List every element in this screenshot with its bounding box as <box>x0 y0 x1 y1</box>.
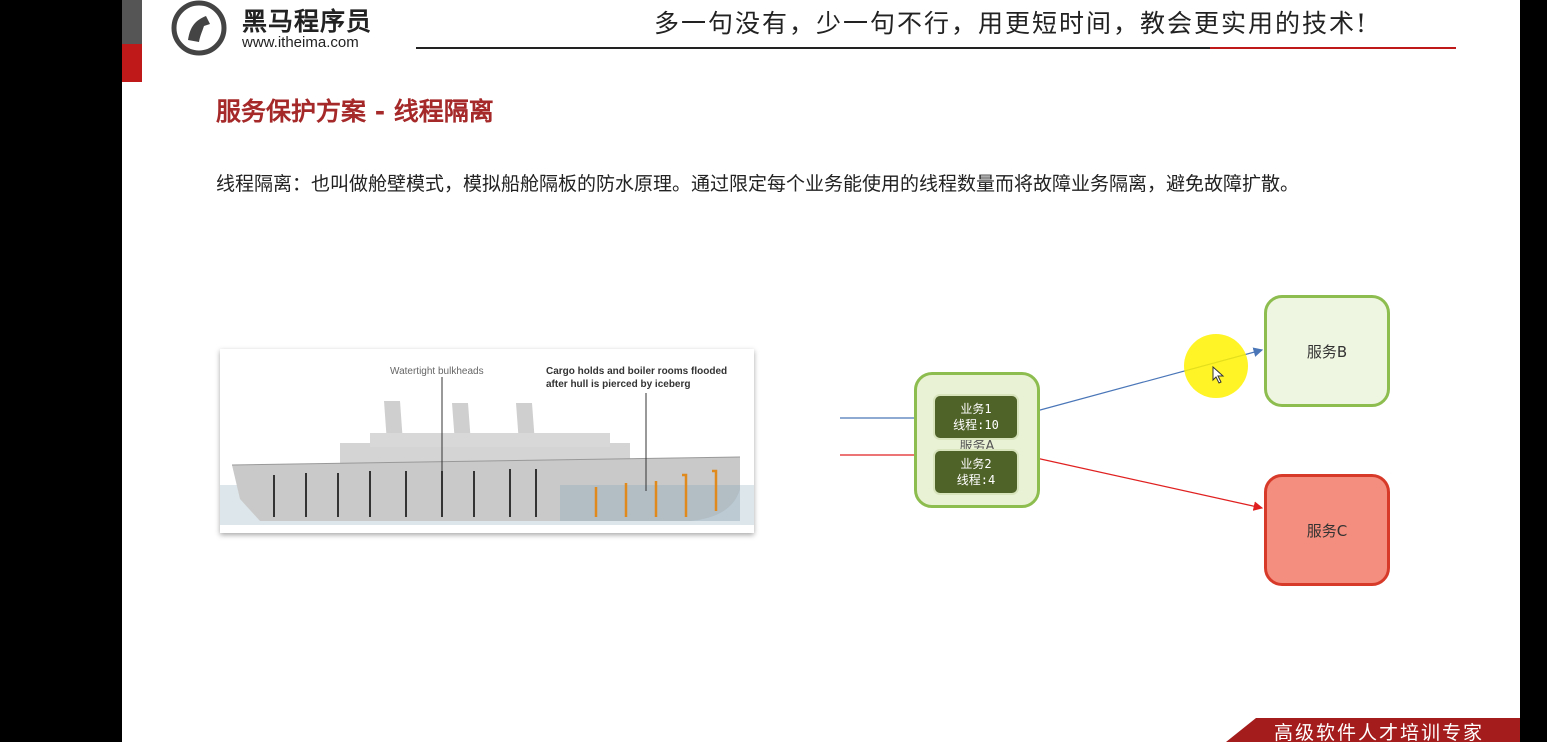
business-1-box: 业务1 线程:10 <box>933 394 1019 440</box>
business-1-name: 业务1 <box>960 402 992 416</box>
business-1-threads: 线程:10 <box>953 418 999 432</box>
label-flooded-line2: after hull is pierced by iceberg <box>546 379 691 390</box>
service-b-label: 服务B <box>1306 342 1348 361</box>
service-b-box: 服务B <box>1264 295 1390 407</box>
header-divider-accent <box>1210 47 1456 49</box>
slide: 黑马程序员 www.itheima.com 多一句没有，少一句不行，用更短时间，… <box>122 0 1520 742</box>
service-c-label: 服务C <box>1306 521 1348 540</box>
brand-name: 黑马程序员 <box>242 7 373 36</box>
business-2-box: 业务2 线程:4 <box>933 449 1019 495</box>
brand-url: www.itheima.com <box>242 34 359 51</box>
slogan: 多一句没有，少一句不行，用更短时间，教会更实用的技术! <box>654 9 1369 38</box>
arrow-to-service-c <box>1017 453 1264 511</box>
label-watertight-bulkheads: Watertight bulkheads <box>390 366 484 377</box>
business-2-threads: 线程:4 <box>956 473 996 487</box>
business-2-name: 业务2 <box>960 457 992 471</box>
footer-tagline: 高级软件人才培训专家 <box>1274 722 1485 742</box>
service-c-box: 服务C <box>1264 474 1390 586</box>
page-title: 服务保护方案 - 线程隔离 <box>216 97 494 126</box>
horse-logo-icon <box>171 0 227 56</box>
description-text: 线程隔离：也叫做舱壁模式，模拟船舱隔板的防水原理。通过限定每个业务能使用的线程数… <box>216 173 1300 195</box>
side-bar-red <box>122 44 142 82</box>
ship-bulkhead-figure: Watertight bulkheads Cargo holds and boi… <box>220 349 754 533</box>
mouse-pointer-icon <box>1212 366 1225 384</box>
label-flooded-line1: Cargo holds and boiler rooms flooded <box>546 366 728 377</box>
side-bar-dark <box>122 0 142 44</box>
